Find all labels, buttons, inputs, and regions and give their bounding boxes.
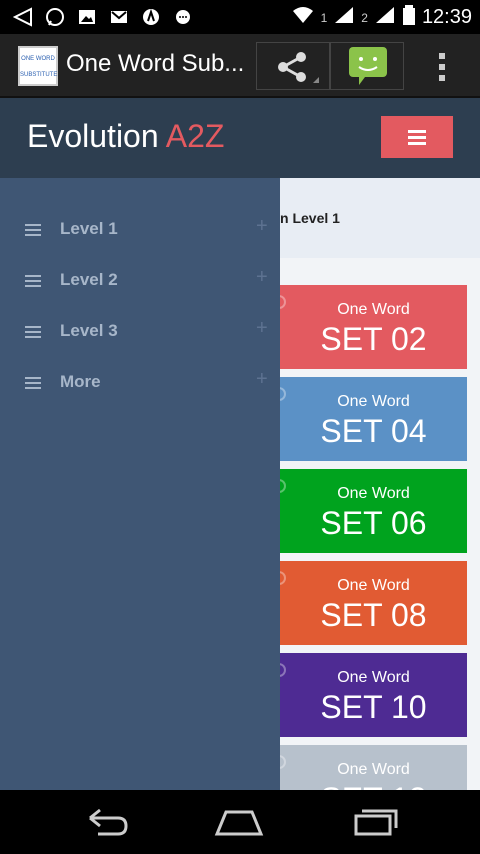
list-icon — [25, 323, 41, 341]
brand-title: Evolution A2Z — [27, 118, 224, 155]
drawer-item-label: Level 3 — [60, 321, 118, 340]
tile-title: SET 10 — [320, 689, 427, 725]
drawer-item-label: More — [60, 372, 101, 391]
drawer-item-level-2[interactable]: Level 2 + — [0, 256, 280, 306]
drawer-item-level-3[interactable]: Level 3 + — [0, 307, 280, 357]
drawer-item-level-1[interactable]: Level 1 + — [0, 205, 280, 255]
brand-main: Evolution — [27, 118, 159, 154]
gallery-icon — [76, 6, 98, 28]
menu-toggle-button[interactable] — [381, 116, 453, 158]
back-button[interactable] — [82, 804, 132, 840]
sim1-label: 1 — [320, 10, 328, 25]
list-icon — [25, 374, 41, 392]
send-icon — [12, 6, 34, 28]
plus-icon[interactable]: + — [256, 266, 268, 289]
plus-icon[interactable]: + — [256, 215, 268, 238]
share-icon — [278, 52, 319, 83]
notification-icons — [12, 6, 194, 28]
share-button[interactable] — [256, 42, 330, 90]
dot-icon — [439, 53, 445, 59]
app-notification-icon — [140, 6, 162, 28]
dot-icon — [439, 75, 445, 81]
drawer-item-label: Level 2 — [60, 270, 118, 289]
home-icon — [214, 810, 264, 836]
tile-subtitle: One Word — [337, 761, 410, 778]
drawer-item-label: Level 1 — [60, 219, 118, 238]
tile-title: SET 06 — [320, 505, 427, 541]
level-banner: n Level 1 — [280, 178, 480, 258]
app-title: One Word Sub... — [66, 50, 245, 77]
tile-subtitle: One Word — [337, 669, 410, 686]
drawer-item-more[interactable]: More + — [0, 358, 280, 408]
tile-subtitle: One Word — [337, 485, 410, 502]
set-tile[interactable]: One Word SET 02 — [280, 285, 467, 369]
plus-icon[interactable]: + — [256, 317, 268, 340]
signal-icon-2 — [374, 5, 396, 30]
tile-title: SET 04 — [320, 413, 427, 449]
tile-subtitle: One Word — [337, 301, 410, 318]
set-tile[interactable]: One Word SET 04 — [280, 377, 467, 461]
system-icons: 1 2 12:39 — [291, 4, 472, 31]
tile-subtitle: One Word — [337, 577, 410, 594]
system-nav-bar — [0, 790, 480, 854]
list-icon — [25, 221, 41, 239]
set-tile[interactable]: One Word SET 08 — [280, 561, 467, 645]
main-content: n Level 1 One Word SET 02 One Word SET 04 On… — [280, 178, 480, 790]
set-tile[interactable]: One Word SET 12 — [280, 745, 467, 790]
hamburger-icon — [408, 127, 426, 148]
sms-icon — [349, 47, 387, 85]
sim2-label: 2 — [361, 10, 368, 25]
gmail-icon — [108, 6, 130, 28]
set-tile[interactable]: One Word SET 06 — [280, 469, 467, 553]
status-bar: 1 2 12:39 — [0, 0, 480, 34]
app-action-bar: ONE WORD SUBSTITUTE One Word Sub... — [0, 34, 480, 98]
tile-title: SET 08 — [320, 597, 427, 633]
logo-text-1: ONE WORD — [21, 56, 55, 62]
brand-accent: A2Z — [165, 118, 225, 154]
list-icon — [25, 272, 41, 290]
overflow-menu-button[interactable] — [432, 50, 452, 82]
clock: 12:39 — [421, 6, 472, 28]
tile-title: SET 02 — [320, 321, 427, 357]
plus-icon[interactable]: + — [256, 368, 268, 391]
signal-icon — [333, 5, 355, 30]
battery-icon — [402, 4, 416, 31]
set-tile[interactable]: One Word SET 10 — [280, 653, 467, 737]
logo-text-2: SUBSTITUTE — [20, 72, 58, 78]
navigation-drawer: Level 1 + Level 2 + Level 3 + More + — [0, 178, 280, 790]
sms-button[interactable] — [330, 42, 404, 90]
tile-title: SET 12 — [280, 781, 467, 790]
tile-subtitle: One Word — [337, 393, 410, 410]
whatsapp-icon — [44, 6, 66, 28]
wifi-icon — [291, 5, 315, 30]
dot-icon — [439, 64, 445, 70]
app-logo[interactable]: ONE WORD SUBSTITUTE — [18, 46, 58, 86]
level-banner-text: n Level 1 — [280, 210, 340, 226]
back-icon — [89, 808, 128, 836]
home-button[interactable] — [214, 804, 264, 840]
page-header: Evolution A2Z — [0, 98, 480, 178]
recent-apps-button[interactable] — [350, 804, 400, 840]
chat-bubble-icon — [172, 6, 194, 28]
recent-apps-icon — [354, 809, 398, 836]
